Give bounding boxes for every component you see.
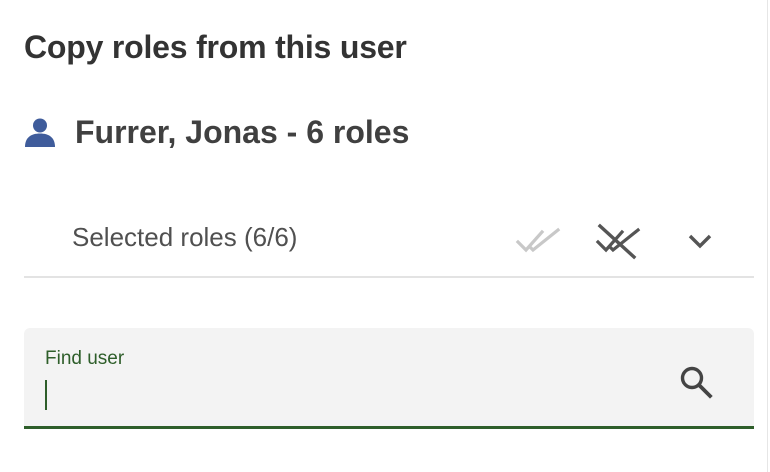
- copy-roles-panel: Copy roles from this user Furrer, Jonas …: [0, 0, 770, 472]
- chevron-down-icon[interactable]: [674, 218, 726, 264]
- selected-roles-label: Selected roles (6/6): [72, 222, 298, 252]
- page-title: Copy roles from this user: [24, 29, 407, 65]
- source-user-row: Furrer, Jonas - 6 roles: [24, 108, 409, 156]
- user-name-label: Furrer, Jonas - 6 roles: [75, 113, 410, 150]
- panel-divider: [767, 0, 768, 472]
- person-icon: [24, 116, 56, 148]
- find-user-field[interactable]: Find user: [24, 328, 754, 429]
- double-check-icon[interactable]: [512, 218, 564, 264]
- selected-roles-row[interactable]: Selected roles (6/6): [24, 200, 754, 278]
- search-icon[interactable]: [676, 362, 716, 402]
- find-user-label: Find user: [45, 348, 125, 369]
- double-check-off-icon[interactable]: [592, 218, 644, 264]
- find-user-input[interactable]: [44, 378, 644, 412]
- text-caret: [45, 380, 47, 410]
